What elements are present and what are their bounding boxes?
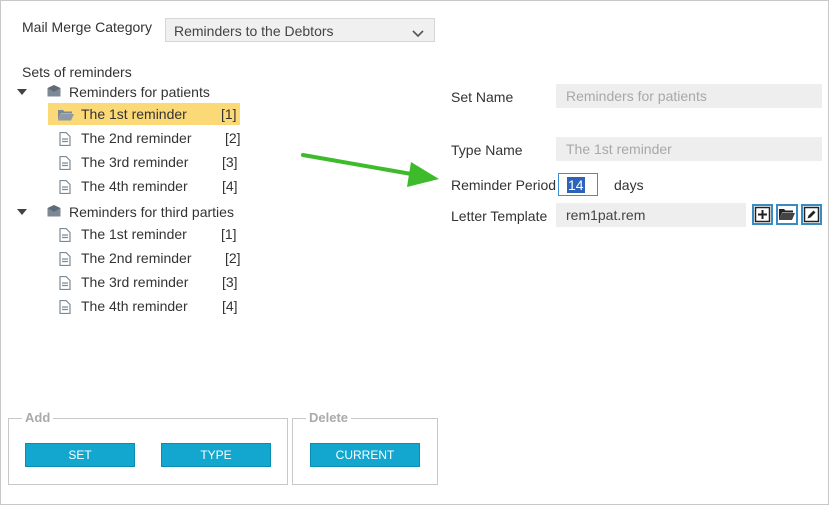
envelope-icon — [47, 204, 61, 220]
tree-group-patients[interactable]: Reminders for patients — [15, 81, 245, 103]
tree-item-label: The 3rd reminder — [81, 274, 189, 290]
document-icon — [59, 299, 71, 317]
document-icon — [59, 179, 71, 197]
document-icon — [59, 275, 71, 293]
add-group: Add SET TYPE — [8, 410, 288, 485]
type-name-label: Type Name — [451, 142, 523, 158]
add-set-button[interactable]: SET — [25, 443, 135, 467]
tree-item-label: The 1st reminder — [81, 226, 187, 242]
tree-item-label: The 4th reminder — [81, 298, 188, 314]
delete-group-legend: Delete — [306, 410, 352, 425]
window: Mail Merge Category Reminders to the Deb… — [0, 0, 829, 505]
add-icon — [754, 206, 771, 223]
tree-item[interactable]: The 2nd reminder [2] — [48, 127, 241, 149]
period-unit: days — [614, 177, 644, 193]
chevron-down-icon — [412, 25, 424, 43]
arrow-icon — [301, 153, 439, 187]
tree-item[interactable]: The 3rd reminder [3] — [48, 151, 240, 173]
open-folder-icon — [779, 209, 795, 220]
tree-item[interactable]: The 4th reminder [4] — [48, 175, 240, 197]
folder-open-icon — [58, 108, 74, 124]
letter-template-field[interactable]: rem1pat.rem — [556, 203, 746, 227]
tree-group-third-parties[interactable]: Reminders for third parties — [15, 201, 255, 223]
add-type-button[interactable]: TYPE — [161, 443, 271, 467]
delete-current-button[interactable]: CURRENT — [310, 443, 420, 467]
type-name-field[interactable]: The 1st reminder — [556, 137, 822, 161]
reminder-period-label: Reminder Period — [451, 177, 557, 193]
tree-group-label: Reminders for third parties — [69, 204, 234, 220]
category-label: Mail Merge Category — [22, 19, 152, 35]
category-select[interactable]: Reminders to the Debtors — [165, 18, 435, 42]
set-name-field[interactable]: Reminders for patients — [556, 84, 822, 108]
reminder-period-value: 14 — [567, 177, 585, 193]
caret-down-icon[interactable] — [17, 89, 27, 95]
edit-template-button[interactable] — [801, 204, 822, 225]
tree-title: Sets of reminders — [22, 64, 132, 80]
caret-down-icon[interactable] — [17, 209, 27, 215]
tree-item-index: [1] — [221, 106, 237, 122]
tree-item-label: The 2nd reminder — [81, 130, 192, 146]
tree-item-index: [1] — [221, 226, 237, 242]
tree-item-label: The 1st reminder — [81, 106, 187, 122]
document-icon — [59, 131, 71, 149]
set-name-label: Set Name — [451, 89, 514, 105]
tree-item-label: The 4th reminder — [81, 178, 188, 194]
add-template-button[interactable] — [752, 204, 773, 225]
reminder-period-input[interactable]: 14 — [558, 173, 598, 196]
add-group-legend: Add — [22, 410, 54, 425]
tree-item[interactable]: The 1st reminder [1] — [48, 103, 240, 125]
envelope-icon — [47, 84, 61, 100]
document-icon — [59, 251, 71, 269]
tree-item-index: [3] — [222, 154, 238, 170]
delete-group: Delete CURRENT — [292, 410, 438, 485]
category-select-value: Reminders to the Debtors — [174, 23, 334, 39]
edit-icon — [803, 206, 820, 223]
document-icon — [59, 227, 71, 245]
tree-item[interactable]: The 4th reminder [4] — [48, 295, 240, 317]
tree-item[interactable]: The 3rd reminder [3] — [48, 271, 240, 293]
tree-item-index: [3] — [222, 274, 238, 290]
tree-item-label: The 2nd reminder — [81, 250, 192, 266]
document-icon — [59, 155, 71, 173]
tree-item-index: [2] — [225, 130, 241, 146]
open-template-button[interactable] — [776, 204, 798, 225]
tree-item-label: The 3rd reminder — [81, 154, 189, 170]
tree-group-label: Reminders for patients — [69, 84, 210, 100]
tree-item-index: [4] — [222, 178, 238, 194]
tree-item[interactable]: The 1st reminder [1] — [48, 223, 240, 245]
letter-template-label: Letter Template — [451, 208, 548, 224]
tree-item-index: [4] — [222, 298, 238, 314]
tree-item-index: [2] — [225, 250, 241, 266]
tree-item[interactable]: The 2nd reminder [2] — [48, 247, 241, 269]
